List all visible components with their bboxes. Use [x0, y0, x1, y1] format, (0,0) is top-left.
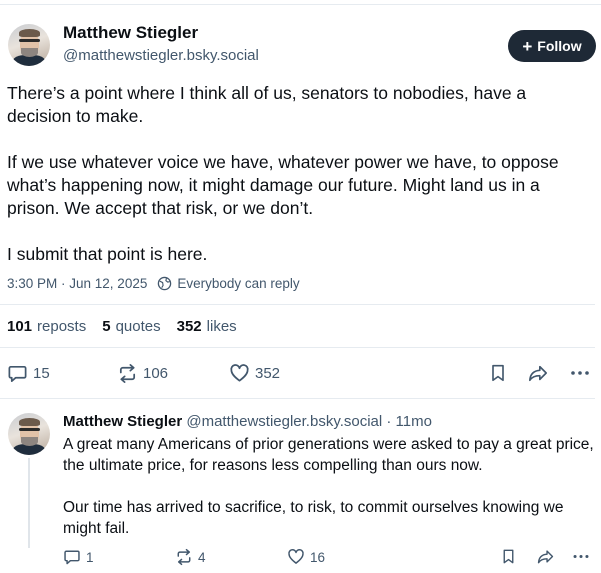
likes-stat[interactable]: 352 likes: [177, 318, 237, 335]
author-name[interactable]: Matthew Stiegler: [63, 23, 198, 43]
reply-more-options-button[interactable]: [571, 548, 591, 565]
reply-bookmark-button[interactable]: [500, 548, 517, 565]
reply-button[interactable]: 15: [7, 363, 50, 384]
globe-icon: [158, 276, 172, 291]
repost-count: 106: [143, 365, 169, 382]
post-paragraph: There’s a point where I think all of us,…: [7, 83, 527, 126]
divider: [0, 398, 595, 399]
reply-actions: 1 4 16: [0, 548, 601, 568]
post-paragraph: I submit that point is here.: [7, 244, 208, 264]
post-actions: 15 106 352: [0, 362, 601, 386]
reply-author-handle[interactable]: @matthewstiegler.bsky.social · 11mo: [186, 413, 432, 430]
more-icon: [571, 371, 589, 375]
divider: [0, 347, 595, 348]
like-icon: [230, 364, 249, 382]
reply-avatar[interactable]: [8, 413, 50, 455]
post-stats: 101 reposts 5 quotes 352 likes: [7, 318, 237, 335]
thread-line: [28, 458, 30, 548]
reply-author-name[interactable]: Matthew Stiegler: [63, 413, 182, 430]
share-button[interactable]: [527, 363, 549, 383]
repost-icon: [119, 364, 136, 383]
reply-icon: [64, 550, 80, 565]
post-meta: 3:30 PM · Jun 12, 2025 Everybody can rep…: [7, 276, 300, 291]
bookmark-icon: [503, 549, 514, 564]
share-icon: [529, 365, 548, 382]
reply-icon: [8, 365, 27, 382]
reply-like-count: 16: [310, 549, 326, 565]
reply-paragraph: Our time has arrived to sacrifice, to ri…: [63, 499, 564, 537]
top-divider: [0, 4, 601, 5]
plus-icon: +: [522, 36, 533, 56]
follow-label: Follow: [537, 38, 582, 54]
repost-button[interactable]: 106: [117, 363, 168, 384]
more-options-button[interactable]: [569, 363, 591, 383]
reply-setting: Everybody can reply: [157, 276, 300, 291]
reply-repost-count: 4: [198, 549, 206, 565]
reply-share-button[interactable]: [536, 548, 555, 565]
like-count: 352: [255, 365, 281, 382]
reply-like-button[interactable]: 16: [287, 548, 325, 566]
bookmark-icon: [492, 364, 504, 382]
share-icon: [537, 550, 554, 564]
bookmark-button[interactable]: [488, 363, 508, 383]
reply-count: 15: [33, 365, 50, 382]
post-timestamp[interactable]: 3:30 PM · Jun 12, 2025: [7, 276, 147, 291]
avatar[interactable]: [8, 24, 50, 66]
divider: [0, 304, 595, 305]
author-handle[interactable]: @matthewstiegler.bsky.social: [63, 47, 259, 64]
reply-reply-button[interactable]: 1: [63, 548, 94, 566]
reposts-stat[interactable]: 101 reposts: [7, 318, 86, 335]
like-button[interactable]: 352: [229, 363, 280, 384]
post-paragraph: If we use whatever voice we have, whatev…: [7, 152, 559, 218]
more-icon: [573, 554, 589, 559]
reply-header: Matthew Stiegler @matthewstiegler.bsky.s…: [63, 413, 432, 430]
reply-paragraph: A great many Americans of prior generati…: [63, 436, 594, 474]
repost-icon: [177, 548, 191, 566]
reply-setting-label: Everybody can reply: [177, 276, 300, 291]
reply-reply-count: 1: [86, 549, 94, 565]
like-icon: [288, 549, 304, 564]
quotes-stat[interactable]: 5 quotes: [102, 318, 160, 335]
follow-button[interactable]: + Follow: [508, 30, 596, 62]
reply-repost-button[interactable]: 4: [175, 548, 206, 566]
